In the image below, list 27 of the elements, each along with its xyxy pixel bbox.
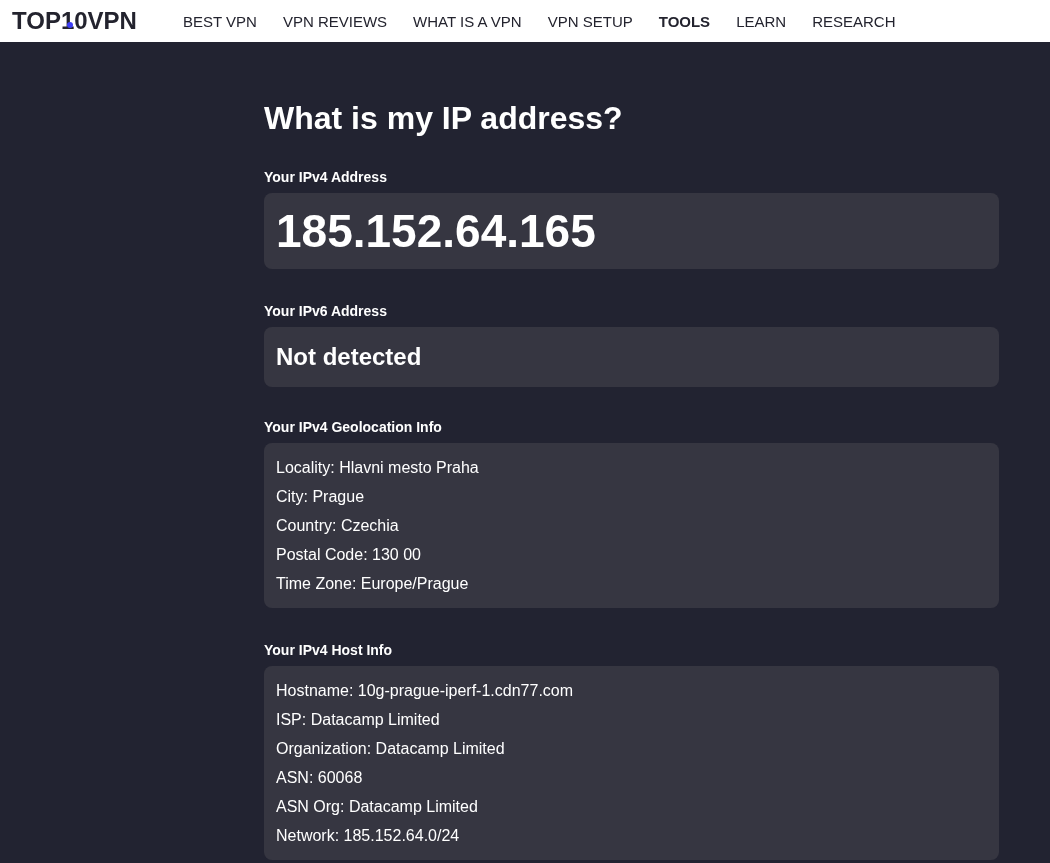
ip-value-field: 185.152.64.165 <box>264 193 999 269</box>
page-title: What is my IP address? <box>264 100 624 137</box>
info-line: Time Zone: Europe/Prague <box>276 574 470 594</box>
section-label: Your IPv4 Geolocation Info <box>264 419 443 435</box>
info-line: Locality: Hlavni mesto Praha <box>276 458 480 478</box>
section-label: Your IPv4 Address <box>264 169 388 185</box>
nav-link[interactable]: TOOLS <box>658 12 711 30</box>
info-line: ASN: 60068 <box>276 768 364 788</box>
nav-link[interactable]: VPN SETUP <box>547 12 633 30</box>
nav-link[interactable]: VPN REVIEWS <box>282 12 388 30</box>
info-line: Postal Code: 130 00 <box>276 545 422 565</box>
info-line: Organization: Datacamp Limited <box>276 739 506 759</box>
info-line: City: Prague <box>276 487 366 507</box>
ip-value-field: Not detected <box>264 327 999 387</box>
nav-link[interactable]: RESEARCH <box>812 12 896 30</box>
section-label: Your IPv4 Host Info <box>264 642 394 658</box>
info-line: ISP: Datacamp Limited <box>276 710 441 730</box>
site-logo[interactable]: TOP10VPN <box>12 7 137 35</box>
info-line: Network: 185.152.64.0/24 <box>276 826 461 846</box>
section-label: Your IPv6 Address <box>264 303 388 319</box>
info-line: Hostname: 10g-prague-iperf-1.cdn77.com <box>276 681 575 701</box>
nav-link[interactable]: BEST VPN <box>182 12 257 30</box>
nav-link[interactable]: WHAT IS A VPN <box>413 12 522 30</box>
nav-link[interactable]: LEARN <box>736 12 787 30</box>
dot-icon <box>67 22 73 28</box>
info-line: Country: Czechia <box>276 516 400 536</box>
info-line: ASN Org: Datacamp Limited <box>276 797 479 817</box>
